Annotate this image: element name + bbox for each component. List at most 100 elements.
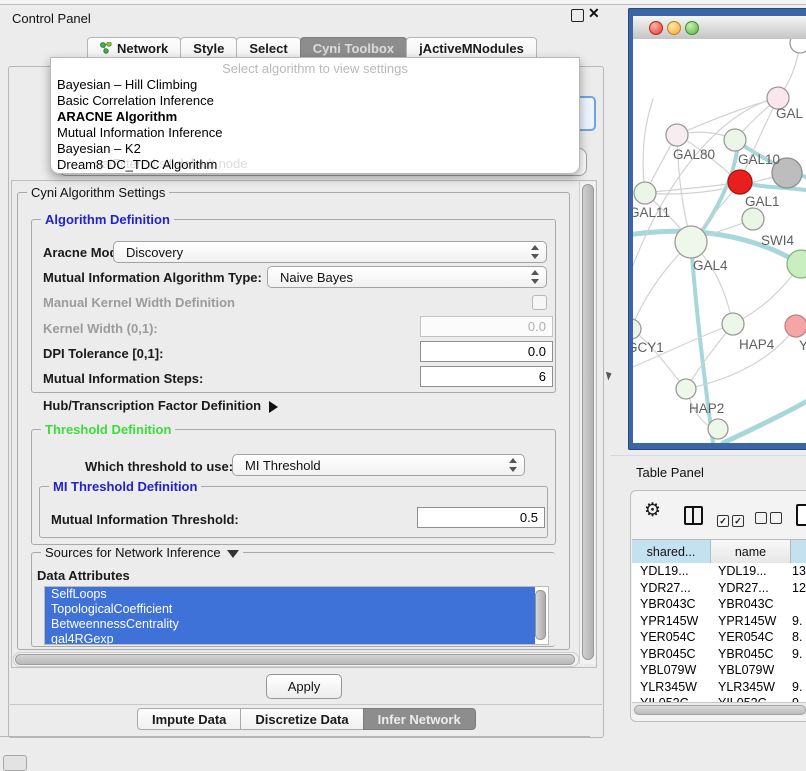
vertical-scrollbar-thumb[interactable] [582, 184, 594, 660]
node-gal1[interactable] [728, 170, 752, 194]
table-row[interactable]: YDL19...YDL19...13 [632, 563, 806, 580]
hub-definition-label: Hub/Transcription Factor Definition [43, 398, 261, 413]
algorithm-option[interactable]: Bayesian – K2 [51, 141, 579, 157]
table-cell: YDL19... [710, 563, 789, 580]
sources-title[interactable]: Sources for Network Inference [41, 545, 243, 560]
which-threshold-value: MI Threshold [245, 458, 321, 473]
algorithm-option[interactable]: Mutual Information Inference [51, 125, 579, 141]
node-swi4[interactable] [742, 208, 764, 230]
node-hap2[interactable] [676, 379, 696, 399]
attribute-item[interactable]: SelfLoops [45, 587, 535, 602]
node-ring[interactable] [790, 39, 806, 53]
tab-label: Network [117, 41, 168, 56]
table-panel-title: Table Panel [636, 465, 704, 480]
bottom-tab-bar: Impute DataDiscretize DataInfer Network [138, 708, 476, 730]
node-gal11[interactable] [634, 182, 656, 204]
table-cell: YBR043C [710, 596, 789, 613]
algorithm-option[interactable]: ARACNE Algorithm [51, 109, 579, 125]
node-gal80-label: GAL80 [673, 147, 715, 162]
attribute-item[interactable]: TopologicalCoefficient [45, 602, 535, 617]
zoom-window-icon[interactable] [685, 21, 699, 35]
close-icon[interactable]: ✕ [588, 5, 600, 22]
apply-button[interactable]: Apply [266, 674, 342, 699]
table-row[interactable]: YBR043CYBR043C [632, 596, 806, 613]
tab-label: Select [249, 41, 287, 56]
table-row[interactable]: YDR27...YDR27...12 [632, 580, 806, 597]
tab-select[interactable]: Select [236, 37, 300, 58]
tab-impute-data[interactable]: Impute Data [137, 708, 241, 730]
mi-threshold-field[interactable]: 0.5 [417, 507, 545, 528]
algorithm-definition-title: Algorithm Definition [41, 212, 174, 227]
vertical-scrollbar[interactable] [579, 182, 595, 664]
node-bottom-cut[interactable] [708, 419, 728, 439]
tab-jactivemnodules[interactable]: jActiveMNodules [406, 37, 537, 58]
table-row[interactable]: YBR045CYBR045C9. [632, 646, 806, 663]
node-gal10[interactable] [724, 129, 746, 151]
table-cell: YDL19... [632, 563, 710, 580]
node-gal4-label: GAL4 [693, 258, 728, 273]
node-salmon[interactable] [785, 315, 806, 337]
data-attributes-list[interactable]: SelfLoopsTopologicalCoefficientBetweenne… [44, 586, 549, 645]
column-header-cut[interactable] [791, 540, 806, 563]
close-window-icon[interactable] [649, 21, 663, 35]
node-hap4[interactable] [722, 313, 744, 335]
dpi-tolerance-field[interactable]: 0.0 [420, 341, 553, 362]
table-cell [789, 662, 792, 679]
checked-pair-icon[interactable]: ✓✓ [717, 511, 747, 529]
table-export-icon[interactable] [796, 504, 806, 526]
float-window-icon[interactable] [571, 9, 584, 22]
mi-steps-field[interactable]: 6 [420, 366, 553, 387]
tab-label: Style [193, 41, 224, 56]
mi-steps-label: Mutual Information Steps: [43, 371, 203, 386]
table-cell: 13 [789, 563, 806, 580]
kernel-width-field[interactable]: 0.0 [420, 316, 553, 337]
minimize-window-icon[interactable] [667, 21, 681, 35]
table-horizontal-scrollbar[interactable] [632, 702, 806, 715]
node-gal80[interactable] [666, 124, 688, 146]
horizontal-scrollbar[interactable] [13, 652, 579, 667]
tab-style[interactable]: Style [180, 37, 237, 58]
node-hap4-label: HAP4 [739, 337, 775, 352]
gear-icon[interactable]: ⚙ [644, 499, 661, 522]
table-row[interactable]: YLR345WYLR345W9. [632, 679, 806, 696]
columns-icon[interactable] [684, 506, 703, 525]
network-window-titlebar[interactable] [633, 16, 806, 40]
node-green-right[interactable] [787, 250, 806, 278]
algorithm-dropdown-popup: Select algorithm to view settings Bayesi… [50, 57, 580, 174]
attribute-item[interactable]: gal4RGexp [45, 632, 535, 645]
column-header-name[interactable]: name [711, 540, 791, 563]
tab-network[interactable]: Network [87, 37, 181, 58]
table-row[interactable]: YER054CYER054C8. [632, 629, 806, 646]
tab-infer-network[interactable]: Infer Network [363, 708, 476, 730]
table-row[interactable]: YIL052CYIL052C9 [632, 695, 806, 702]
table-row[interactable]: YPR145WYPR145W9. [632, 613, 806, 630]
algorithm-placeholder: Select algorithm to view settings [51, 61, 579, 76]
minimized-panel-button[interactable] [3, 755, 27, 771]
node-gal4[interactable] [675, 226, 707, 258]
tab-label: Cyni Toolbox [313, 41, 394, 56]
unchecked-pair-icon[interactable] [755, 511, 785, 529]
attribute-item[interactable]: BetweennessCentrality [45, 617, 535, 632]
which-threshold-combo[interactable]: MI Threshold [232, 454, 525, 476]
aracne-mode-combo[interactable]: Discovery [113, 241, 547, 263]
algorithm-option[interactable]: Basic Correlation Inference [51, 93, 579, 109]
network-window[interactable]: GALGAL80GAL10GAL1GAL11SWI4GAL4GCY1HAP4YH… [628, 8, 806, 450]
hub-definition-expander[interactable]: Hub/Transcription Factor Definition [43, 398, 278, 413]
algorithm-option[interactable]: Bayesian – Hill Climbing [51, 77, 579, 93]
tab-discretize-data[interactable]: Discretize Data [240, 708, 363, 730]
mi-type-combo[interactable]: Naive Bayes [267, 266, 547, 288]
column-header-shared...[interactable]: shared... [632, 540, 711, 563]
manual-kernel-checkbox[interactable] [532, 295, 547, 310]
network-canvas[interactable]: GALGAL80GAL10GAL1GAL11SWI4GAL4GCY1HAP4YH… [633, 39, 806, 443]
tab-cyni-toolbox[interactable]: Cyni Toolbox [300, 37, 407, 58]
table-row[interactable]: YBL079WYBL079W [632, 662, 806, 679]
node-swi4-label: SWI4 [761, 233, 794, 248]
table-cell: 9 [789, 695, 799, 702]
node-salmon-label: Y [799, 338, 806, 353]
table-body: YDL19...YDL19...13YDR27...YDR27...12YBR0… [632, 563, 806, 702]
horizontal-scrollbar-thumb[interactable] [15, 654, 575, 665]
table-scrollbar-thumb[interactable] [634, 705, 806, 715]
mouse-cursor [606, 371, 613, 381]
mi-threshold-label: Mutual Information Threshold: [51, 512, 239, 527]
attributes-scrollbar-thumb[interactable] [535, 590, 546, 640]
